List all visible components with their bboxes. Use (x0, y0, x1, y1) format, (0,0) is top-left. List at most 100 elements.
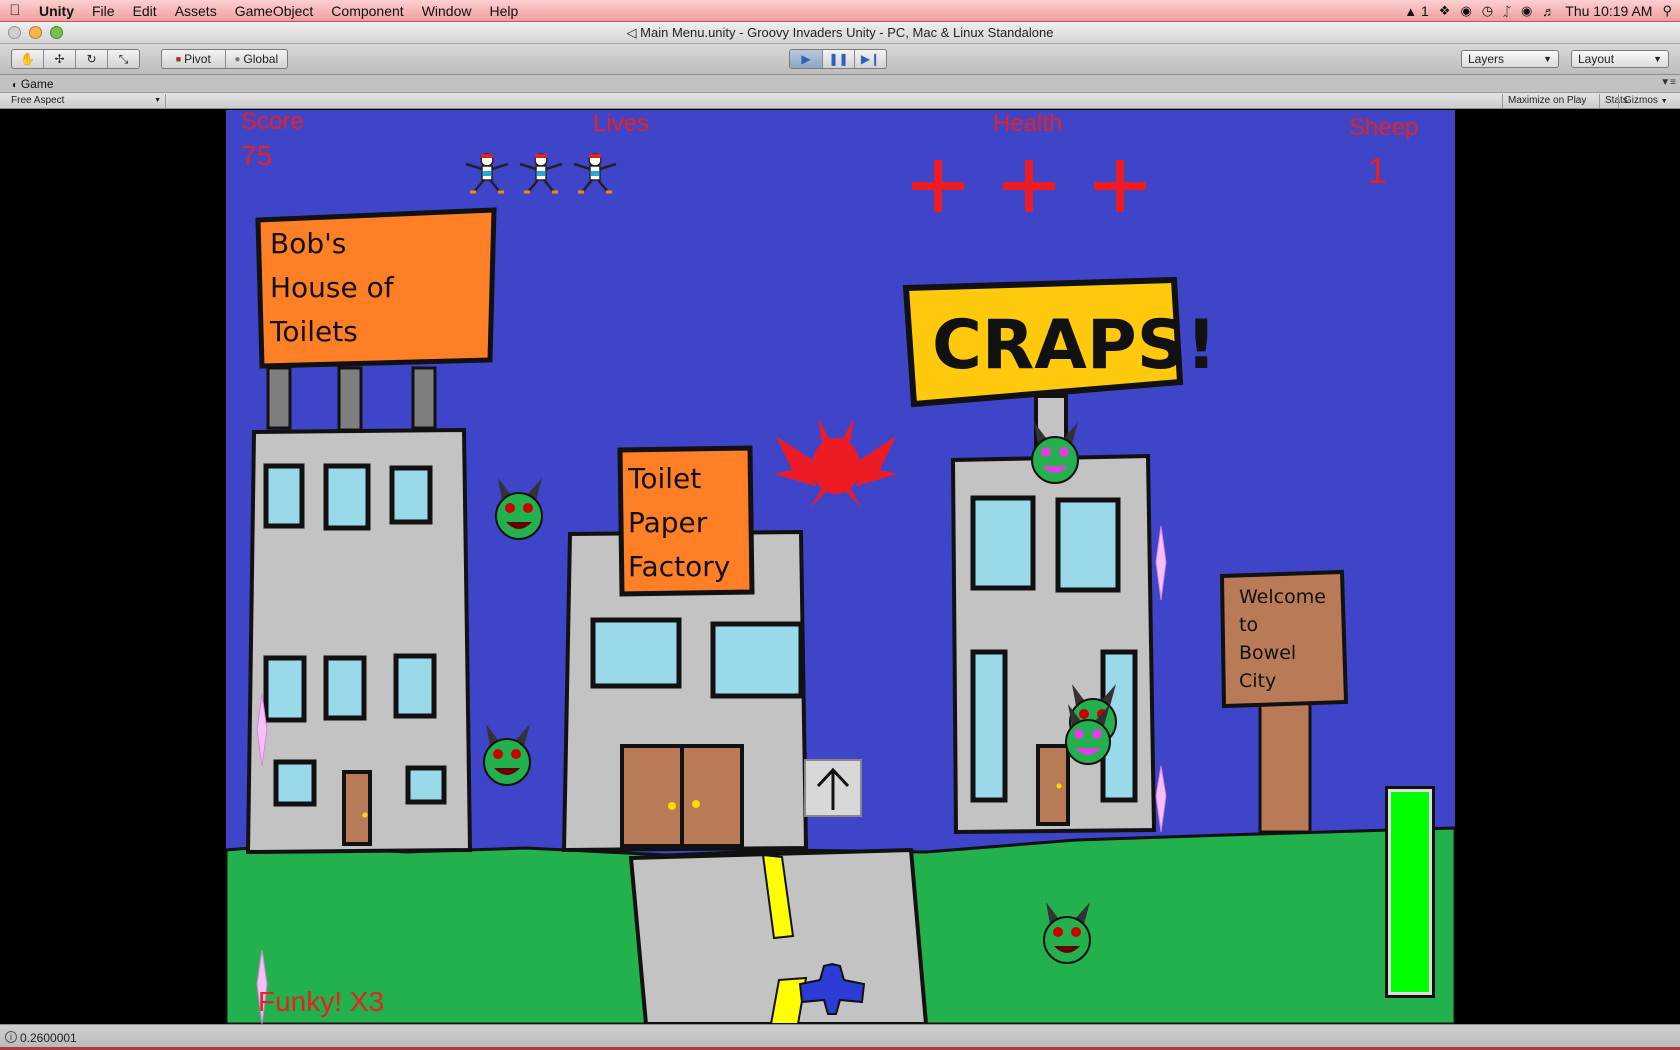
step-icon: ▶❙ (860, 52, 881, 66)
lives-label: Lives (593, 110, 650, 137)
up-arrow-powerup (804, 759, 862, 817)
play-icon: ▶ (801, 52, 811, 66)
rotate-icon: ↻ (86, 52, 97, 66)
sync-icon[interactable]: ◉ (1460, 3, 1471, 19)
pause-button[interactable]: ❚❚ (823, 50, 855, 68)
health-cross-icon (912, 160, 964, 212)
global-label: Global (243, 52, 279, 66)
apple-menu-icon[interactable]:  (0, 2, 30, 19)
combo-text: Funky! X3 (258, 986, 385, 1017)
editor-toolbar: ✋ ✢ ↻ ⤡ ■ Pivot ● Global ▶ ❚❚ ▶❙ Layers ▼ L… (0, 44, 1680, 75)
play-button[interactable]: ▶ (790, 50, 823, 68)
bobs-sign: Bob's House of Toilets (255, 207, 497, 369)
bobs-building (245, 366, 473, 855)
red-bat-enemy (774, 418, 898, 508)
menubar-clock[interactable]: Thu 10:19 AM (1565, 3, 1652, 19)
adobe-badge: 1 (1421, 3, 1429, 19)
tab-game[interactable]: ◐ Game (6, 76, 64, 93)
pivot-toggle[interactable]: ■ Pivot (162, 50, 226, 68)
layers-dropdown-label: Layers (1468, 52, 1505, 66)
factory-sign-line-1: Toilet (627, 462, 701, 495)
step-button[interactable]: ▶❙ (855, 50, 886, 68)
bobs-sign-line-3: Toilets (269, 315, 358, 348)
minimize-window-button[interactable] (29, 26, 42, 39)
game-viewport: Bob's House of Toilets Toilet Paper Fact… (0, 110, 1680, 1024)
bobs-sign-line-2: House of (270, 271, 395, 304)
game-tab-icon: ◐ (12, 80, 21, 91)
spotlight-search-icon[interactable]: ⚲ (1662, 3, 1672, 19)
craps-sign-text: CRAPS! (932, 306, 1217, 385)
window-title: Main Menu.unity - Groovy Invaders Unity … (640, 25, 1054, 40)
maximize-on-play-toggle[interactable]: Maximize on Play (1502, 94, 1591, 108)
sheep-label: Sheep (1349, 114, 1419, 141)
welcome-sign-line-1: Welcome (1239, 586, 1326, 608)
window-title-bar: ◁ Main Menu.unity - Groovy Invaders Unit… (0, 22, 1680, 44)
hand-icon: ✋ (20, 52, 35, 66)
gizmos-dropdown[interactable]: Gizmos ▼ (1618, 94, 1680, 108)
unity-scene-icon: ◁ (626, 25, 641, 40)
playback-controls: ▶ ❚❚ ▶❙ (789, 49, 887, 69)
menu-component[interactable]: Component (322, 3, 412, 19)
menu-window[interactable]: Window (413, 3, 481, 19)
tab-menu-icon[interactable]: ▼≡ (1660, 77, 1676, 88)
craps-sign: CRAPS! (902, 276, 1217, 408)
wifi-icon[interactable]: ◉ (1521, 3, 1532, 19)
game-view-tab-bar: ◐ Game ▼≡ (0, 75, 1680, 93)
aspect-dropdown[interactable]: Free Aspect ▼ (4, 94, 166, 108)
system-menu-bar:  Unity File Edit Assets GameObject Comp… (0, 0, 1680, 22)
factory-sign: Toilet Paper Factory (617, 445, 755, 597)
adobe-status-item[interactable]: ▲ 1 (1404, 3, 1429, 19)
menu-app-name[interactable]: Unity (30, 3, 83, 19)
welcome-sign-line-4: City (1239, 670, 1276, 692)
green-devil-enemy (495, 478, 543, 540)
zoom-window-button[interactable] (50, 26, 63, 39)
pivot-global-toggles: ■ Pivot ● Global (161, 49, 288, 69)
game-canvas[interactable]: Bob's House of Toilets Toilet Paper Fact… (226, 110, 1455, 1024)
health-cross-icon (1003, 160, 1055, 212)
life-icon (516, 152, 566, 196)
move-icon: ✢ (54, 52, 65, 66)
menu-file[interactable]: File (83, 3, 124, 19)
aspect-dropdown-label: Free Aspect (11, 95, 65, 106)
menu-assets[interactable]: Assets (166, 3, 226, 19)
layout-dropdown-label: Layout (1578, 52, 1615, 66)
close-window-button[interactable] (8, 26, 21, 39)
power-meter-fill (1391, 792, 1429, 992)
game-view-control-bar: Free Aspect ▼ Maximize on Play Stats Gizm… (0, 93, 1680, 109)
game-scene: Bob's House of Toilets Toilet Paper Fact… (226, 207, 1455, 1024)
global-icon: ● (234, 53, 241, 65)
move-tool-button[interactable]: ✢ (44, 50, 76, 68)
transform-tools: ✋ ✢ ↻ ⤡ (11, 49, 140, 69)
power-meter (1385, 786, 1435, 998)
score-label: Score (241, 110, 304, 135)
hand-tool-button[interactable]: ✋ (12, 50, 44, 68)
factory-sign-line-3: Factory (628, 550, 730, 583)
welcome-sign-line-3: Bowel (1239, 642, 1296, 664)
global-toggle[interactable]: ● Global (226, 50, 288, 68)
bluetooth-icon[interactable]: ᛢ (1503, 4, 1511, 19)
time-machine-icon[interactable]: ◷ (1482, 3, 1493, 19)
health-cross-icon (1094, 160, 1146, 212)
welcome-sign-line-2: to (1239, 614, 1258, 636)
dropbox-icon[interactable]: ❖ (1439, 3, 1451, 19)
scale-icon: ⤡ (118, 51, 129, 66)
bobs-sign-line-1: Bob's (270, 227, 346, 260)
sheep-value: 1 (1367, 150, 1388, 191)
layers-dropdown[interactable]: Layers ▼ (1461, 50, 1559, 68)
life-icon (462, 152, 512, 196)
info-icon: i (5, 1031, 17, 1043)
menu-gameobject[interactable]: GameObject (226, 3, 323, 19)
gizmos-label: Gizmos (1624, 95, 1658, 106)
pivot-label: Pivot (184, 52, 211, 66)
menu-edit[interactable]: Edit (124, 3, 166, 19)
console-message: 0.2600001 (20, 1031, 77, 1045)
pivot-icon: ■ (175, 54, 182, 64)
layout-dropdown[interactable]: Layout ▼ (1571, 50, 1669, 68)
rotate-tool-button[interactable]: ↻ (76, 50, 108, 68)
adobe-icon: ▲ (1404, 4, 1418, 19)
volume-icon[interactable]: ♬ (1542, 4, 1555, 19)
console-status-bar[interactable]: i 0.2600001 (0, 1024, 1680, 1050)
menu-help[interactable]: Help (480, 3, 527, 19)
chevron-down-icon: ▼ (1653, 54, 1662, 64)
scale-tool-button[interactable]: ⤡ (108, 50, 139, 68)
